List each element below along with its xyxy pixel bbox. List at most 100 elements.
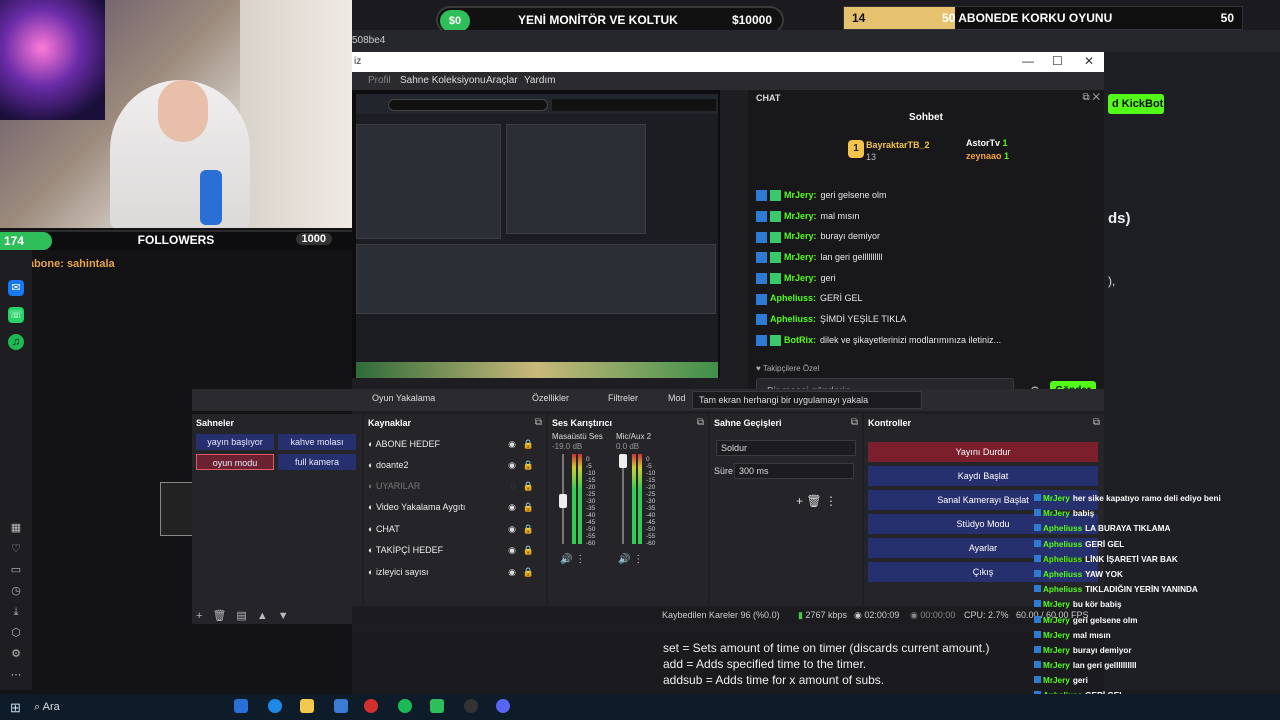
- explorer-icon[interactable]: [300, 699, 314, 713]
- obs-taskbar-icon[interactable]: [464, 699, 478, 713]
- chat-username[interactable]: MrJery:: [784, 190, 817, 200]
- source-item[interactable]: ◐ TAKİPÇİ HEDEF ◉ 🔒: [368, 542, 540, 558]
- taskbar-search[interactable]: ⌕ Ara: [34, 698, 224, 716]
- speaker-icon[interactable]: 🔊 ⋮: [618, 554, 643, 565]
- volume-fader[interactable]: [559, 454, 567, 544]
- stop-stream-button[interactable]: Yayını Durdur: [868, 442, 1098, 462]
- chat-username[interactable]: MrJery:: [784, 231, 817, 241]
- app-icon-2[interactable]: [430, 699, 444, 713]
- rec-time: ◉ 00:00:00: [910, 610, 956, 620]
- source-item-hidden[interactable]: ◐ UYARILAR ◌ 🔒: [368, 478, 540, 494]
- filters-button[interactable]: Filtreler: [608, 393, 638, 403]
- dock-popout-icon[interactable]: ⧉: [535, 417, 542, 428]
- menu-scene-collection[interactable]: Sahne Koleksiyonu: [400, 75, 486, 86]
- add-icon[interactable]: +: [196, 610, 202, 622]
- eye-icon[interactable]: ◉: [508, 564, 516, 580]
- close-button[interactable]: ✕: [1084, 54, 1094, 68]
- heart-icon[interactable]: ♡: [8, 541, 24, 557]
- chat-username[interactable]: MrJery:: [784, 252, 817, 262]
- obs-window: iz — ☐ ✕ Profil Sahne Koleksiyonu Araçla…: [192, 52, 1104, 632]
- windows-start-icon[interactable]: ⊞: [10, 700, 21, 716]
- scene-item-active[interactable]: oyun modu: [196, 454, 274, 470]
- opera-icon[interactable]: [364, 699, 378, 713]
- lock-icon[interactable]: 🔒: [523, 436, 534, 452]
- volume-fader[interactable]: [619, 454, 627, 544]
- grid-icon[interactable]: ▦: [8, 520, 24, 536]
- spotify-taskbar-icon[interactable]: [398, 699, 412, 713]
- trash-icon[interactable]: 🗑: [212, 610, 226, 622]
- more-icon[interactable]: ⋯: [8, 667, 24, 683]
- properties-button[interactable]: Özellikler: [532, 393, 569, 403]
- filter-icon[interactable]: ▤: [236, 610, 246, 622]
- eye-icon[interactable]: ◉: [508, 521, 516, 537]
- source-item[interactable]: ◐ ABONE HEDEF ◉ 🔒: [368, 436, 540, 452]
- tab-fragment[interactable]: 508be4: [352, 35, 385, 46]
- more-icon[interactable]: ⋮: [825, 494, 837, 508]
- menu-tools[interactable]: Araçlar: [486, 75, 518, 86]
- obs-preview[interactable]: [352, 90, 720, 378]
- dock-popout-icon[interactable]: ⧉: [851, 417, 858, 428]
- chat-username[interactable]: BotRix:: [784, 335, 816, 345]
- chat-dock-title: CHAT: [756, 93, 781, 103]
- spotify-icon[interactable]: ♫: [8, 334, 24, 350]
- fader-knob[interactable]: [619, 454, 627, 468]
- lock-icon[interactable]: 🔒: [523, 478, 534, 494]
- notes-icon[interactable]: ▭: [8, 562, 24, 578]
- lock-icon[interactable]: 🔒: [523, 457, 534, 473]
- scene-item[interactable]: kahve molası: [278, 434, 356, 450]
- lock-icon[interactable]: 🔒: [523, 499, 534, 515]
- chat-username[interactable]: Apheliuss:: [770, 293, 816, 303]
- app-icon[interactable]: [334, 699, 348, 713]
- duration-field[interactable]: 300 ms: [734, 463, 854, 479]
- scene-item[interactable]: yayın başlıyor: [196, 434, 274, 450]
- source-item[interactable]: ◐ doante2 ◉ 🔒: [368, 457, 540, 473]
- cube-icon[interactable]: ⬡: [8, 625, 24, 641]
- settings-icon[interactable]: ⚙: [8, 646, 24, 662]
- eye-icon[interactable]: ◉: [508, 499, 516, 515]
- lock-icon[interactable]: 🔒: [523, 564, 534, 580]
- scale-tick: -45: [586, 519, 596, 526]
- kickbot-button[interactable]: d KickBot: [1108, 94, 1164, 114]
- source-name: UYARILAR: [375, 481, 421, 491]
- dock-popout-icon[interactable]: ⧉: [697, 417, 704, 428]
- dock-popout-icon[interactable]: ⧉ ✕: [1082, 92, 1100, 103]
- messenger-icon[interactable]: ✉: [8, 280, 24, 296]
- down-icon[interactable]: ▼: [278, 610, 289, 622]
- chat-username[interactable]: MrJery:: [784, 273, 817, 283]
- eye-icon[interactable]: ◉: [508, 457, 516, 473]
- source-item[interactable]: ◐ Video Yakalama Aygıtı ◉ 🔒: [368, 499, 540, 515]
- chat-username[interactable]: MrJery:: [784, 211, 817, 221]
- scale-tick: -30: [586, 498, 596, 505]
- menu-help[interactable]: Yardım: [524, 75, 556, 86]
- minimize-button[interactable]: —: [1022, 54, 1034, 68]
- discord-icon[interactable]: [496, 699, 510, 713]
- up-icon[interactable]: ▲: [257, 610, 268, 622]
- menu-profile[interactable]: Profil: [368, 75, 391, 86]
- trash-icon[interactable]: 🗑: [806, 494, 821, 508]
- lock-icon[interactable]: 🔒: [523, 521, 534, 537]
- fader-knob[interactable]: [559, 494, 567, 508]
- taskview-icon[interactable]: [234, 699, 248, 713]
- eye-off-icon[interactable]: ◌: [511, 478, 516, 494]
- history-icon[interactable]: ◷: [8, 583, 24, 599]
- speaker-icon[interactable]: 🔊 ⋮: [560, 554, 585, 565]
- lock-icon[interactable]: 🔒: [523, 542, 534, 558]
- transition-select[interactable]: Soldur: [716, 440, 856, 456]
- overlay-chat-text: GERİ GEL: [1085, 539, 1125, 549]
- edge-icon[interactable]: [268, 699, 282, 713]
- download-icon[interactable]: ⤓: [8, 604, 24, 620]
- chat-username[interactable]: Apheliuss:: [770, 314, 816, 324]
- scene-item[interactable]: full kamera: [278, 454, 356, 470]
- donation-goal-label: YENİ MONİTÖR VE KOLTUK: [518, 13, 678, 27]
- eye-icon[interactable]: ◉: [508, 542, 516, 558]
- add-icon[interactable]: +: [796, 494, 803, 508]
- followers-goal: 1000: [295, 233, 332, 245]
- maximize-button[interactable]: ☐: [1052, 54, 1063, 68]
- start-record-button[interactable]: Kaydı Başlat: [868, 466, 1098, 486]
- eye-icon[interactable]: ◉: [508, 436, 516, 452]
- dock-popout-icon[interactable]: ⧉: [1093, 417, 1100, 428]
- whatsapp-icon[interactable]: ☏: [8, 307, 24, 323]
- source-item[interactable]: ◐ izleyici sayısı ◉ 🔒: [368, 564, 540, 580]
- mode-select[interactable]: Tam ekran herhangi bir uygulamayı yakala: [692, 391, 922, 409]
- source-item[interactable]: ◐ CHAT ◉ 🔒: [368, 521, 540, 537]
